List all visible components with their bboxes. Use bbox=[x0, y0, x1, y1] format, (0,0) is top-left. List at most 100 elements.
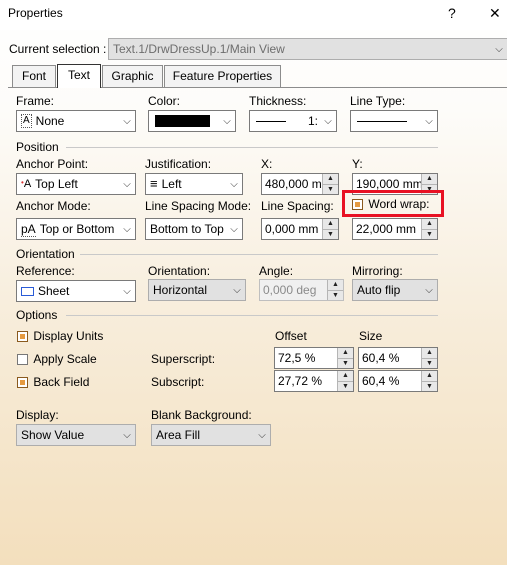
superscript-offset-spinner[interactable]: ▲ ▼ bbox=[337, 348, 353, 368]
subscript-size-spinner[interactable]: ▲ ▼ bbox=[421, 371, 437, 391]
position-divider bbox=[66, 147, 438, 148]
down-arrow-icon[interactable]: ▼ bbox=[422, 358, 437, 368]
angle-spinner[interactable]: ▲ ▼ bbox=[327, 280, 343, 300]
superscript-size-value: 60,4 % bbox=[362, 351, 400, 365]
chevron-down-icon: ⌵ bbox=[123, 115, 131, 127]
current-selection-label: Current selection : bbox=[9, 42, 107, 56]
sheet-icon bbox=[21, 286, 34, 296]
orientation-divider bbox=[80, 254, 438, 255]
window-title: Properties bbox=[8, 6, 63, 20]
justification-value: Left bbox=[161, 177, 182, 191]
down-arrow-icon[interactable]: ▼ bbox=[338, 358, 353, 368]
subscript-label: Subscript: bbox=[151, 375, 205, 389]
word-wrap-row[interactable]: Word wrap: bbox=[352, 197, 429, 211]
up-arrow-icon[interactable]: ▲ bbox=[323, 174, 338, 184]
orientation-label: Orientation: bbox=[148, 264, 211, 278]
up-arrow-icon[interactable]: ▲ bbox=[328, 280, 343, 290]
chevron-down-icon: ⌵ bbox=[123, 223, 131, 235]
frame-combo[interactable]: A None ⌵ bbox=[16, 110, 136, 132]
reference-combo[interactable]: Sheet ⌵ bbox=[16, 280, 136, 302]
word-wrap-spinner[interactable]: ▲ ▼ bbox=[421, 219, 437, 239]
options-divider bbox=[66, 315, 438, 316]
tab-graphic[interactable]: Graphic bbox=[102, 65, 163, 87]
line-spacing-spinner[interactable]: ▲ ▼ bbox=[322, 219, 338, 239]
blank-background-value: Area Fill bbox=[156, 428, 201, 442]
up-arrow-icon[interactable]: ▲ bbox=[323, 219, 338, 229]
up-arrow-icon[interactable]: ▲ bbox=[422, 348, 437, 358]
line-spacing-label: Line Spacing: bbox=[261, 199, 334, 213]
up-arrow-icon[interactable]: ▲ bbox=[422, 219, 437, 229]
chevron-down-icon: ⌵ bbox=[230, 223, 238, 235]
current-selection-combo[interactable]: Text.1/DrwDressUp.1/Main View ⌵ bbox=[108, 38, 507, 60]
mirroring-combo[interactable]: Auto flip ⌵ bbox=[352, 279, 438, 301]
line-spacing-mode-combo[interactable]: Bottom to Top ⌵ bbox=[145, 218, 243, 240]
display-combo[interactable]: Show Value ⌵ bbox=[16, 424, 136, 446]
tab-text[interactable]: Text bbox=[57, 64, 101, 88]
line-type-sample-icon bbox=[357, 120, 407, 122]
apply-scale-row[interactable]: Apply Scale bbox=[17, 352, 97, 366]
tab-text-label: Text bbox=[67, 68, 90, 82]
x-label: X: bbox=[261, 157, 273, 171]
angle-input[interactable]: 0,000 deg ▲ ▼ bbox=[259, 279, 344, 301]
superscript-label: Superscript: bbox=[151, 352, 216, 366]
up-arrow-icon[interactable]: ▲ bbox=[338, 371, 353, 381]
display-units-row[interactable]: Display Units bbox=[17, 329, 103, 343]
back-field-checkbox[interactable] bbox=[17, 377, 28, 389]
blank-background-combo[interactable]: Area Fill ⌵ bbox=[151, 424, 271, 446]
anchor-mode-value: Top or Bottom bbox=[39, 222, 115, 236]
subscript-size-input[interactable]: 60,4 % ▲ ▼ bbox=[358, 370, 438, 392]
subscript-offset-spinner[interactable]: ▲ ▼ bbox=[337, 371, 353, 391]
help-icon[interactable]: ? bbox=[448, 5, 456, 21]
subscript-offset-input[interactable]: 27,72 % ▲ ▼ bbox=[274, 370, 354, 392]
justification-combo[interactable]: ≡ Left ⌵ bbox=[145, 173, 243, 195]
line-type-label: Line Type: bbox=[350, 94, 406, 108]
down-arrow-icon[interactable]: ▼ bbox=[338, 381, 353, 391]
down-arrow-icon[interactable]: ▼ bbox=[422, 381, 437, 391]
up-arrow-icon[interactable]: ▲ bbox=[422, 174, 437, 184]
chevron-down-icon: ⌵ bbox=[223, 115, 231, 127]
x-spinner[interactable]: ▲ ▼ bbox=[322, 174, 338, 194]
reference-value: Sheet bbox=[38, 284, 70, 298]
anchor-mode-combo[interactable]: pA Top or Bottom ⌵ bbox=[16, 218, 136, 240]
back-field-row[interactable]: Back Field bbox=[17, 375, 89, 389]
thickness-label: Thickness: bbox=[249, 94, 307, 108]
word-wrap-label: Word wrap: bbox=[368, 197, 430, 211]
superscript-size-input[interactable]: 60,4 % ▲ ▼ bbox=[358, 347, 438, 369]
display-value: Show Value bbox=[21, 428, 85, 442]
x-value: 480,000 mm bbox=[265, 177, 322, 191]
line-type-combo[interactable]: ⌵ bbox=[350, 110, 438, 132]
word-wrap-value: 22,000 mm bbox=[356, 222, 417, 236]
up-arrow-icon[interactable]: ▲ bbox=[422, 371, 437, 381]
anchor-point-label: Anchor Point: bbox=[16, 157, 89, 171]
apply-scale-checkbox[interactable] bbox=[17, 354, 28, 366]
tab-feature-properties[interactable]: Feature Properties bbox=[164, 65, 281, 87]
tab-font[interactable]: Font bbox=[12, 65, 56, 87]
down-arrow-icon[interactable]: ▼ bbox=[328, 290, 343, 300]
orientation-value: Horizontal bbox=[153, 283, 208, 297]
line-spacing-input[interactable]: 0,000 mm ▲ ▼ bbox=[261, 218, 339, 240]
word-wrap-input[interactable]: 22,000 mm ▲ ▼ bbox=[352, 218, 438, 240]
x-input[interactable]: 480,000 mm ▲▼ bbox=[261, 173, 339, 195]
superscript-offset-input[interactable]: 72,5 % ▲ ▼ bbox=[274, 347, 354, 369]
up-arrow-icon[interactable]: ▲ bbox=[338, 348, 353, 358]
display-units-label: Display Units bbox=[33, 329, 104, 343]
word-wrap-checkbox[interactable] bbox=[352, 199, 363, 211]
color-combo[interactable]: ⌵ bbox=[148, 110, 236, 132]
display-label: Display: bbox=[16, 408, 59, 422]
down-arrow-icon[interactable]: ▼ bbox=[323, 184, 338, 194]
superscript-size-spinner[interactable]: ▲ ▼ bbox=[421, 348, 437, 368]
thickness-combo[interactable]: 1: ⌵ bbox=[249, 110, 337, 132]
down-arrow-icon[interactable]: ▼ bbox=[323, 229, 338, 239]
angle-value: 0,000 deg bbox=[263, 283, 317, 297]
anchor-mode-label: Anchor Mode: bbox=[16, 199, 91, 213]
close-icon[interactable]: ✕ bbox=[489, 5, 501, 22]
display-units-checkbox[interactable] bbox=[17, 331, 28, 343]
orientation-combo[interactable]: Horizontal ⌵ bbox=[148, 279, 246, 301]
line-spacing-mode-label: Line Spacing Mode: bbox=[145, 199, 252, 213]
options-section-title: Options bbox=[16, 308, 58, 322]
chevron-down-icon: ⌵ bbox=[258, 429, 266, 441]
chevron-down-icon: ⌵ bbox=[495, 43, 503, 55]
title-bar bbox=[0, 0, 507, 30]
anchor-point-combo[interactable]: •A Top Left ⌵ bbox=[16, 173, 136, 195]
down-arrow-icon[interactable]: ▼ bbox=[422, 229, 437, 239]
